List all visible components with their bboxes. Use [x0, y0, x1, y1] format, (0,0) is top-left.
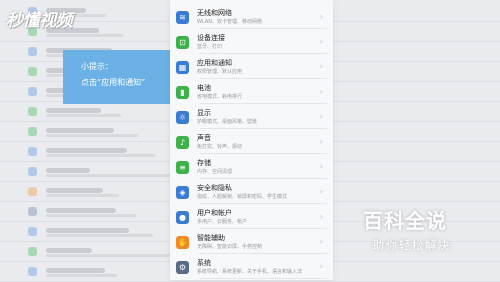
- settings-item-label: 智能辅助: [197, 234, 225, 242]
- background-row-icon: [28, 147, 37, 156]
- tip-box: 小提示： 点击“应用和通知”: [63, 50, 170, 104]
- settings-item[interactable]: ≋ 无线和网络 WLAN、双卡管理、移动网络 ›: [170, 5, 333, 29]
- settings-item-label: 用户和帐户: [197, 209, 232, 217]
- chevron-right-icon: ›: [319, 137, 323, 146]
- watermark-logo: 秒懂视频: [6, 11, 73, 31]
- settings-item-subtitle: 内存、空间清理: [197, 169, 233, 175]
- chevron-right-icon: ›: [319, 262, 323, 271]
- background-row-icon: [28, 227, 37, 236]
- background-row-text: [46, 128, 114, 133]
- settings-item-subtitle: 护眼模式、桌面风格、壁纸: [197, 119, 258, 125]
- brand-subtitle: 助你轻松解决: [373, 239, 451, 252]
- background-row-subtext: [46, 234, 153, 237]
- settings-item-label: 电池: [197, 84, 211, 92]
- background-row-text: [46, 208, 116, 213]
- background-row-text: [46, 188, 103, 193]
- background-row-icon: [28, 87, 37, 96]
- security-icon: ◈: [176, 186, 189, 199]
- settings-item[interactable]: ▦ 应用和通知权限管理、默认应用 ›: [170, 55, 333, 79]
- chevron-right-icon: ›: [319, 37, 323, 46]
- settings-item-subtitle: 系统导航、系统更新、关于手机、语言和输入法: [197, 269, 303, 275]
- settings-item[interactable]: ◈ 安全和隐私指纹、人脸解锁、锁屏和密码、学生模式 ›: [170, 180, 333, 204]
- background-row-subtext: [46, 174, 172, 177]
- background-row-icon: [28, 67, 37, 76]
- background-row-subtext: [46, 214, 136, 217]
- settings-item-subtitle: 免打扰、铃声、振动: [197, 144, 243, 150]
- background-row-subtext: [46, 194, 119, 197]
- settings-item[interactable]: ● 用户和帐户多用户、云服务、帐户 ›: [170, 205, 333, 229]
- settings-item[interactable]: ♪ 声音免打扰、铃声、振动 ›: [170, 130, 333, 154]
- chevron-right-icon: ›: [319, 87, 323, 96]
- background-row-text: [46, 228, 129, 233]
- settings-item[interactable]: ⊡ 设备连接蓝牙、打印 ›: [170, 30, 333, 54]
- settings-item[interactable]: ≡ 存储内存、空间清理 ›: [170, 155, 333, 179]
- chevron-right-icon: ›: [319, 212, 323, 221]
- settings-item-label: 显示: [197, 109, 211, 117]
- background-row-subtext: [46, 254, 170, 257]
- background-row-text: [46, 248, 92, 253]
- storage-icon: ≡: [176, 161, 189, 174]
- settings-item-subtitle: 权限管理、默认应用: [197, 69, 243, 75]
- settings-item-subtitle: 指纹、人脸解锁、锁屏和密码、学生模式: [197, 194, 288, 200]
- brand-title: 百科全说: [363, 209, 447, 233]
- background-row-text: [46, 148, 127, 153]
- background-row-subtext: [46, 114, 121, 117]
- background-row-icon: [28, 107, 37, 116]
- background-row-text: [46, 108, 101, 113]
- settings-item-label: 存储: [197, 159, 211, 167]
- chevron-right-icon: ›: [319, 187, 323, 196]
- settings-item-label: 声音: [197, 134, 211, 142]
- settings-item[interactable]: ☼ 显示护眼模式、桌面风格、壁纸 ›: [170, 105, 333, 129]
- settings-item-subtitle: 无障碍、智能识屏、手势控制: [197, 244, 263, 250]
- background-row-icon: [28, 127, 37, 136]
- background-row-icon: [28, 247, 37, 256]
- display-icon: ☼: [176, 111, 189, 124]
- settings-item-subtitle: WLAN、双卡管理、移动网络: [197, 19, 263, 25]
- settings-item-subtitle: 多用户、云服务、帐户: [197, 219, 248, 225]
- background-row-text: [46, 268, 105, 273]
- tip-title: 小提示：: [81, 62, 113, 71]
- background-row-subtext: [46, 34, 123, 37]
- apps-icon: ▦: [176, 61, 189, 74]
- wifi-icon: ≋: [176, 11, 189, 24]
- background-row-icon: [28, 47, 37, 56]
- tip-text: 点击“应用和通知”: [81, 78, 146, 87]
- sound-icon: ♪: [176, 136, 189, 149]
- settings-item[interactable]: ▮ 电池省电模式、耗电排行 ›: [170, 80, 333, 104]
- settings-item-subtitle: 省电模式、耗电排行: [197, 94, 243, 100]
- assist-icon: ✋: [176, 236, 189, 249]
- settings-item-label: 无线和网络: [197, 9, 232, 17]
- chevron-right-icon: ›: [319, 162, 323, 171]
- settings-panel: ≋ 无线和网络 WLAN、双卡管理、移动网络 › ⊡ 设备连接蓝牙、打印 › ▦ 应用和通知权限…: [170, 0, 333, 280]
- device-link-icon: ⊡: [176, 36, 189, 49]
- background-row-text: [46, 168, 90, 173]
- battery-icon: ▮: [176, 86, 189, 99]
- background-row-icon: [28, 207, 37, 216]
- background-row-icon: [28, 267, 37, 276]
- settings-item[interactable]: ⚙ 系统系统导航、系统更新、关于手机、语言和输入法 ›: [170, 255, 333, 279]
- settings-item-label: 应用和通知: [197, 59, 232, 67]
- system-icon: ⚙: [176, 261, 189, 274]
- background-row-subtext: [46, 274, 117, 277]
- user-icon: ●: [176, 211, 189, 224]
- settings-item-subtitle: 蓝牙、打印: [197, 44, 223, 50]
- chevron-right-icon: ›: [319, 112, 323, 121]
- settings-item-label: 设备连接: [197, 34, 225, 42]
- settings-item-label: 系统: [197, 259, 211, 267]
- settings-item-label: 安全和隐私: [197, 184, 232, 192]
- chevron-right-icon: ›: [319, 12, 323, 21]
- background-row-icon: [28, 167, 37, 176]
- chevron-right-icon: ›: [319, 237, 323, 246]
- brand-watermark: 百科全说 助你轻松解决: [363, 205, 473, 253]
- settings-item[interactable]: ✋ 智能辅助无障碍、智能识屏、手势控制 ›: [170, 230, 333, 254]
- chevron-right-icon: ›: [319, 62, 323, 71]
- background-row-subtext: [46, 134, 138, 137]
- background-row-icon: [28, 187, 37, 196]
- background-row-subtext: [46, 154, 155, 157]
